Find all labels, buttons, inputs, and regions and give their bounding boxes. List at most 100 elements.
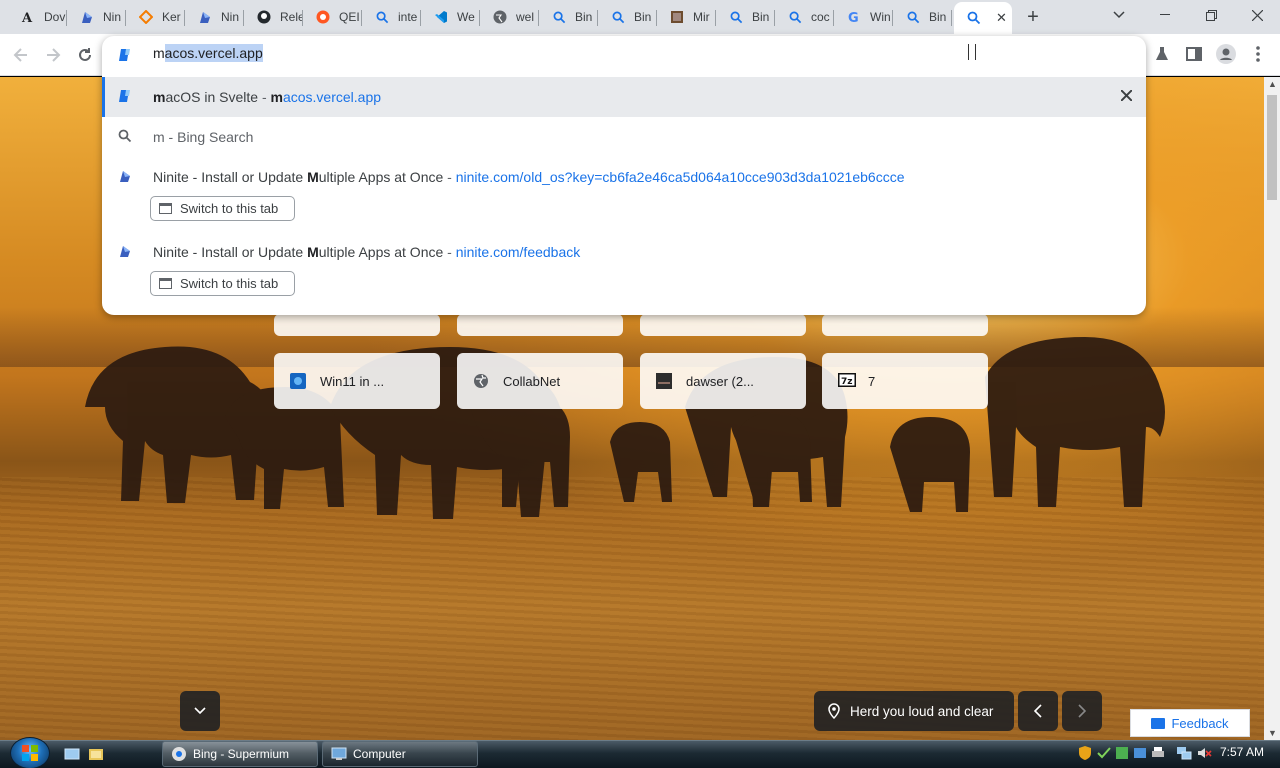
shortcut-win11[interactable]: Win11 in ... <box>274 353 440 409</box>
forward-button[interactable] <box>40 42 66 68</box>
switch-windows-button[interactable] <box>88 746 104 762</box>
restore-button[interactable] <box>1188 0 1234 30</box>
suggestion-ninite-feedback[interactable]: Ninite - Install or Update Multiple Apps… <box>102 232 1146 272</box>
tab-active[interactable]: ✕ <box>954 2 1012 34</box>
new-tab-button[interactable]: + <box>1022 6 1044 28</box>
tab-14[interactable]: G Win <box>834 2 893 32</box>
feedback-label: Feedback <box>1171 715 1229 731</box>
check-tray-icon[interactable] <box>1096 745 1112 761</box>
minimize-button[interactable] <box>1142 0 1188 30</box>
tab-8[interactable]: wel <box>480 2 539 32</box>
shortcut-collabnet[interactable]: CollabNet <box>457 353 623 409</box>
suggestion-text: macOS in Svelte - macos.vercel.app <box>153 89 382 105</box>
ninite-icon <box>197 9 213 25</box>
page-scrollbar[interactable]: ▲ ▼ <box>1264 77 1280 740</box>
taskbar-item-bing-supermium[interactable]: Bing - Supermium <box>162 741 318 767</box>
start-button[interactable] <box>10 737 50 768</box>
tab-12[interactable]: Bin <box>716 2 775 32</box>
feedback-button[interactable]: Feedback <box>1130 709 1250 737</box>
tab-label: coc <box>811 10 830 24</box>
switch-to-tab-button[interactable]: Switch to this tab <box>150 271 295 296</box>
background-attribution[interactable]: Herd you loud and clear <box>814 691 1014 731</box>
show-desktop-button[interactable] <box>64 746 80 762</box>
taskbar-item-label: Bing - Supermium <box>193 747 290 761</box>
shortcut-tile-hidden[interactable] <box>457 314 623 336</box>
app-tray-icon[interactable] <box>1132 745 1148 761</box>
scrollbar-thumb[interactable] <box>1267 95 1277 200</box>
tab-search-button[interactable] <box>1096 0 1142 30</box>
suggestion-ninite-old-os[interactable]: Ninite - Install or Update Multiple Apps… <box>102 157 1146 197</box>
remove-suggestion-button[interactable] <box>1120 88 1133 106</box>
back-button[interactable] <box>8 42 34 68</box>
search-icon <box>551 9 567 25</box>
tab-11[interactable]: Mir <box>657 2 716 32</box>
shortcut-7zip[interactable]: 7z 7 <box>822 353 988 409</box>
vscode-icon <box>433 9 449 25</box>
taskbar-item-label: Computer <box>353 747 406 761</box>
tab-0[interactable]: A Dov <box>8 2 67 32</box>
menu-button[interactable] <box>1248 44 1268 64</box>
computer-icon <box>331 746 347 762</box>
svg-text:G: G <box>848 11 859 24</box>
chevron-right-icon <box>1078 704 1086 718</box>
tab-5[interactable]: QEI <box>303 2 362 32</box>
tab-1[interactable]: Nin <box>67 2 126 32</box>
tab-4[interactable]: Rele <box>244 2 303 32</box>
taskbar-item-computer[interactable]: Computer <box>322 741 478 767</box>
tab-10[interactable]: Bin <box>598 2 657 32</box>
search-icon <box>787 9 803 25</box>
supermium-icon <box>171 746 187 762</box>
close-window-button[interactable] <box>1234 0 1280 30</box>
tab-label: Bin <box>752 10 770 24</box>
search-icon <box>118 129 134 145</box>
side-panel-button[interactable] <box>1184 44 1204 64</box>
printer-tray-icon[interactable] <box>1150 745 1166 761</box>
tab-15[interactable]: Bin <box>893 2 952 32</box>
security-tray-icon[interactable] <box>1078 745 1094 761</box>
suggestion-bing-search[interactable]: m - Bing Search <box>102 117 1146 157</box>
address-bar[interactable]: macos.vercel.app <box>102 36 1146 74</box>
tab-9[interactable]: Bin <box>539 2 598 32</box>
shortcut-dawser[interactable]: dawser (2... <box>640 353 806 409</box>
shortcut-label: Win11 in ... <box>320 373 385 389</box>
tab-2[interactable]: Ker <box>126 2 185 32</box>
scroll-down-icon[interactable]: ▼ <box>1268 728 1277 738</box>
close-tab-button[interactable]: ✕ <box>996 10 1007 26</box>
volume-muted-icon[interactable] <box>1196 745 1212 761</box>
app-tray-icon[interactable] <box>1114 745 1130 761</box>
taskbar-clock[interactable]: 7:57 AM <box>1220 745 1264 759</box>
tab-7[interactable]: We <box>421 2 480 32</box>
tab-icon <box>159 203 172 214</box>
customize-expand-button[interactable] <box>180 691 220 731</box>
tab-label: wel <box>516 10 535 24</box>
search-icon <box>610 9 626 25</box>
switch-to-tab-button[interactable]: Switch to this tab <box>150 196 295 221</box>
suggestion-macos[interactable]: macOS in Svelte - macos.vercel.app <box>102 77 1146 117</box>
tab-3[interactable]: Nin <box>185 2 244 32</box>
network-tray-icon[interactable] <box>1176 745 1192 761</box>
chat-bubble-icon <box>1151 717 1166 729</box>
shortcut-tile-hidden[interactable] <box>274 314 440 336</box>
address-text[interactable]: macos.vercel.app <box>153 44 263 62</box>
win11-icon <box>290 373 306 389</box>
search-icon <box>966 10 982 26</box>
shortcut-tile-hidden[interactable] <box>822 314 988 336</box>
location-pin-icon <box>828 703 840 719</box>
profile-button[interactable] <box>1216 44 1236 64</box>
reload-button[interactable] <box>72 42 98 68</box>
tab-6[interactable]: inte <box>362 2 421 32</box>
side-panel-icon <box>1186 47 1202 61</box>
previous-image-button[interactable] <box>1018 691 1058 731</box>
labs-button[interactable] <box>1152 44 1172 64</box>
tab-13[interactable]: coc <box>775 2 834 32</box>
tab-label: Nin <box>221 10 240 24</box>
google-icon: G <box>846 9 862 25</box>
typed-text: m <box>153 45 165 61</box>
next-image-button[interactable] <box>1062 691 1102 731</box>
shortcut-tile-hidden[interactable] <box>640 314 806 336</box>
search-icon <box>905 9 921 25</box>
chevron-left-icon <box>1034 704 1042 718</box>
kebab-menu-icon <box>1256 46 1260 62</box>
scroll-up-icon[interactable]: ▲ <box>1268 79 1277 89</box>
omnibox-dropdown: macos.vercel.app macOS in Svelte - macos… <box>102 36 1146 315</box>
